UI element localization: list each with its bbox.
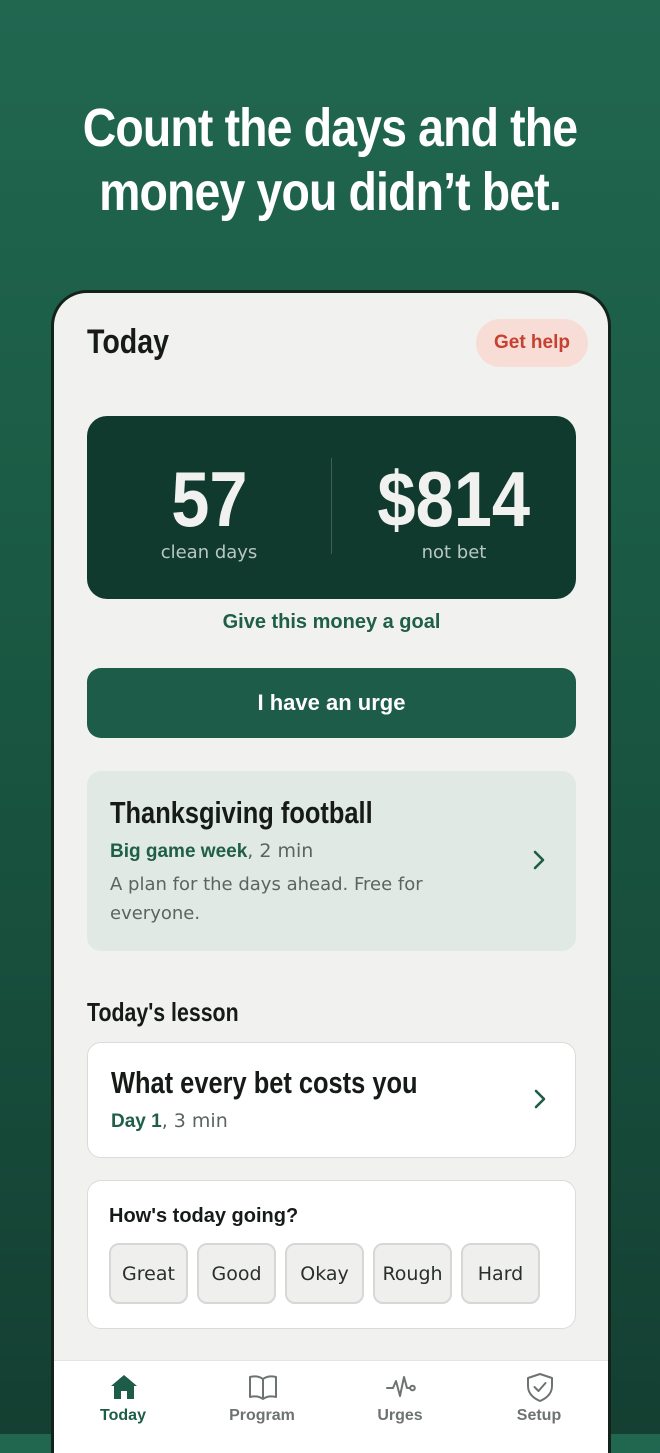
- mood-options: Great Good Okay Rough Hard: [109, 1243, 540, 1304]
- top-bar: Today Get help: [87, 319, 588, 367]
- shield-check-icon: [527, 1373, 553, 1402]
- mood-option-rough[interactable]: Rough: [373, 1243, 452, 1304]
- promo-title: Thanksgiving football: [110, 795, 373, 830]
- page-title: Today: [87, 323, 169, 361]
- lesson-meta: Day 1, 3 min: [111, 1110, 228, 1133]
- promo-meta-duration: , 2 min: [247, 840, 314, 862]
- headline-line-1: Count the days and the: [82, 98, 578, 158]
- stats-card: 57 clean days $814 not bet: [87, 416, 576, 599]
- tab-urges-label: Urges: [377, 1407, 423, 1424]
- chevron-right-icon: [533, 850, 545, 870]
- clean-days-value: 57: [170, 455, 248, 543]
- promo-meta: Big game week, 2 min: [110, 840, 313, 863]
- money-not-bet-value: $814: [377, 455, 531, 543]
- clean-days-label: clean days: [160, 542, 258, 563]
- book-icon: [249, 1375, 277, 1400]
- urge-button[interactable]: I have an urge: [87, 668, 576, 738]
- lesson-section-title: Today's lesson: [87, 997, 239, 1027]
- lesson-duration: , 3 min: [161, 1110, 228, 1132]
- tab-urges[interactable]: Urges: [331, 1361, 469, 1441]
- mood-option-good[interactable]: Good: [197, 1243, 276, 1304]
- tab-program-label: Program: [229, 1407, 295, 1424]
- mood-option-great[interactable]: Great: [109, 1243, 188, 1304]
- money-not-bet-stat: $814 not bet: [332, 416, 576, 599]
- pulse-icon: [386, 1376, 416, 1397]
- promo-description: A plan for the days ahead. Free for ever…: [110, 874, 423, 924]
- phone-screen: Today Get help 57 clean days $814 not be…: [51, 290, 611, 1453]
- headline-line-2: money you didn’t bet.: [99, 162, 562, 222]
- bottom-tab-bar: Today Program Urges Setup: [54, 1360, 608, 1453]
- promo-card[interactable]: Thanksgiving football Big game week, 2 m…: [87, 771, 576, 951]
- mood-question: How's today going?: [109, 1205, 299, 1227]
- get-help-button[interactable]: Get help: [476, 319, 588, 367]
- lesson-day: Day 1: [111, 1111, 162, 1132]
- tab-setup-label: Setup: [516, 1407, 562, 1424]
- lesson-card[interactable]: What every bet costs you Day 1, 3 min: [87, 1042, 576, 1158]
- mood-check-card: How's today going? Great Good Okay Rough…: [87, 1180, 576, 1329]
- lesson-title: What every bet costs you: [111, 1065, 418, 1100]
- tab-program[interactable]: Program: [193, 1361, 331, 1441]
- mood-option-okay[interactable]: Okay: [285, 1243, 364, 1304]
- money-not-bet-label: not bet: [421, 542, 487, 563]
- clean-days-stat: 57 clean days: [87, 416, 331, 599]
- home-icon: [111, 1375, 137, 1399]
- tab-setup[interactable]: Setup: [470, 1361, 608, 1441]
- chevron-right-icon: [534, 1089, 546, 1109]
- tab-today-label: Today: [100, 1407, 146, 1424]
- mood-option-hard[interactable]: Hard: [461, 1243, 540, 1304]
- headline: Count the days and the money you didn’t …: [0, 96, 660, 224]
- tab-today[interactable]: Today: [54, 1361, 192, 1441]
- promo-meta-tag: Big game week: [110, 841, 248, 862]
- give-money-goal-link[interactable]: Give this money a goal: [87, 611, 576, 634]
